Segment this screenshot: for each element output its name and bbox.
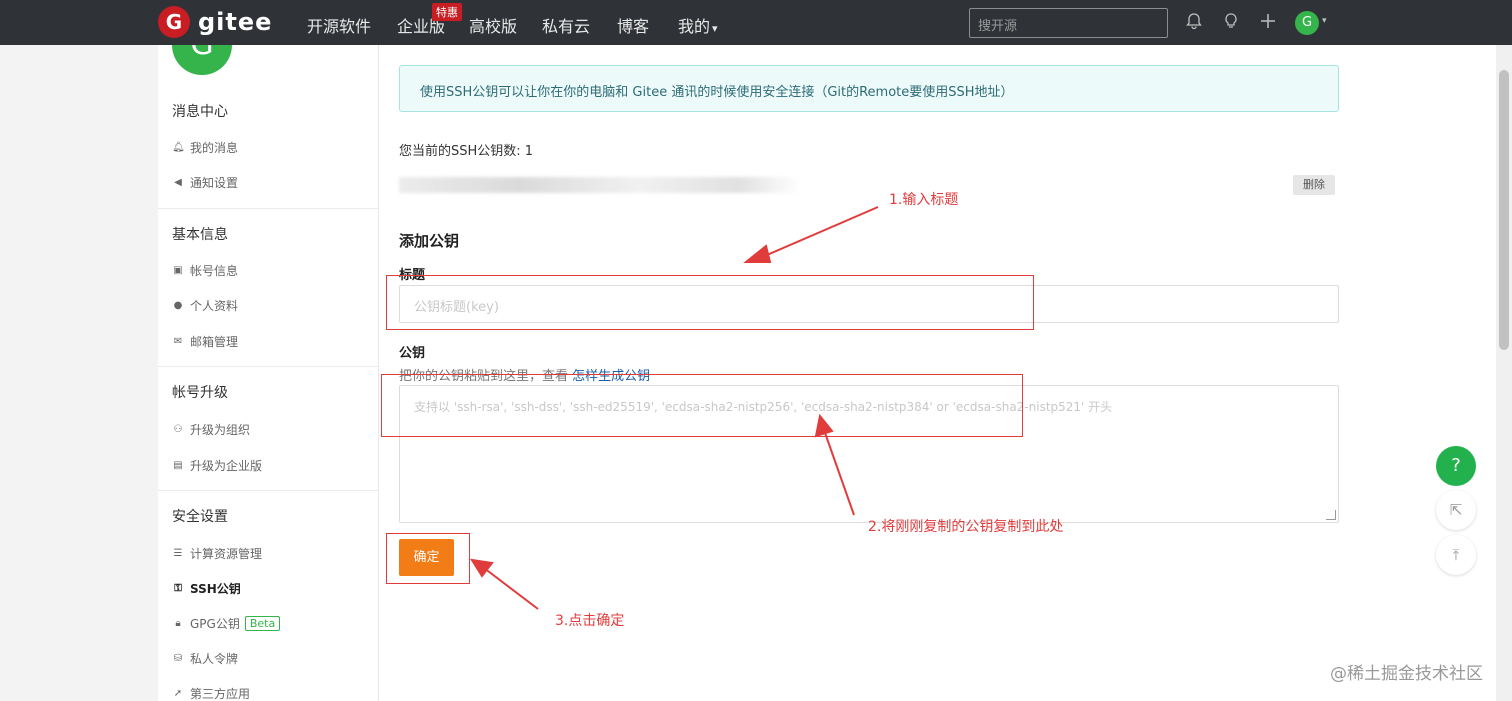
sidebar-item-label: 升级为企业版 <box>190 459 263 473</box>
gitee-logo[interactable]: G gitee <box>158 6 272 38</box>
token-icon: ⛁ <box>173 653 183 664</box>
group-title-basic-info: 基本信息 <box>172 227 228 243</box>
group-title-upgrade: 帐号升级 <box>172 385 228 401</box>
speaker-icon: ◀︎ <box>174 177 182 188</box>
ssh-info-alert: 使用SSH公钥可以让你在你的电脑和 Gitee 通讯的时候使用安全连接（Git的… <box>399 65 1339 112</box>
sidebar-item-compute-resources[interactable]: ☰ 计算资源管理 <box>172 545 263 562</box>
sidebar-item-email[interactable]: ✉ 邮箱管理 <box>172 333 238 350</box>
chevron-down-icon: ▾ <box>712 22 718 35</box>
sidebar-item-label: GPG公钥 <box>190 617 240 631</box>
nav-mine-label: 我的 <box>678 17 711 36</box>
key-icon: ⚿ <box>174 583 182 594</box>
sidebar-item-ssh-keys[interactable]: ⚿ SSH公钥 <box>172 580 241 597</box>
annotation-step2: 2.将刚刚复制的公钥复制到此处 <box>868 519 1064 535</box>
add-key-heading: 添加公钥 <box>399 232 460 250</box>
annotation-step1: 1.输入标题 <box>889 192 959 208</box>
user-icon: ● <box>173 300 183 311</box>
divider <box>158 490 378 491</box>
divider <box>158 366 378 367</box>
id-card-icon: ▣ <box>173 265 183 276</box>
group-title-messages: 消息中心 <box>172 104 228 120</box>
sidebar-item-label: 帐号信息 <box>190 264 239 278</box>
sidebar-item-label: 个人资料 <box>190 299 239 313</box>
help-button[interactable]: ? <box>1436 446 1476 486</box>
annotation-box-key <box>381 374 1023 437</box>
sidebar-item-third-party-apps[interactable]: ➚ 第三方应用 <box>172 685 250 701</box>
top-navbar: G gitee 开源软件 企业版 特惠 高校版 私有云 博客 我的 ▾ 搜开源 G… <box>0 0 1512 45</box>
settings-sidebar: G 消息中心 🔔︎ 我的消息 ◀︎ 通知设置 基本信息 ▣ 帐号信息 ● 个人资料 ✉ 邮… <box>158 45 379 701</box>
nav-education[interactable]: 高校版 <box>469 13 517 37</box>
sidebar-item-account-info[interactable]: ▣ 帐号信息 <box>172 262 238 279</box>
nav-mine[interactable]: 我的 ▾ <box>678 13 718 37</box>
sidebar-item-label: 升级为组织 <box>190 423 251 437</box>
external-link-icon[interactable]: ⇱ <box>1436 490 1476 530</box>
rocket-icon: ➚ <box>173 688 183 699</box>
lightbulb-icon[interactable] <box>1221 12 1241 32</box>
sidebar-item-gpg-keys[interactable]: 🔒︎ GPG公钥 Beta <box>172 615 281 632</box>
beta-badge: Beta <box>244 616 281 631</box>
sidebar-item-notify-settings[interactable]: ◀︎ 通知设置 <box>172 174 238 191</box>
logo-mark-icon: G <box>158 6 190 38</box>
search-input[interactable]: 搜开源 <box>969 8 1168 38</box>
watermark: @稀土掘金技术社区 <box>1330 664 1483 684</box>
key-label: 公钥 <box>399 346 426 361</box>
bell-icon[interactable] <box>1184 12 1204 32</box>
list-icon: ☰ <box>173 548 183 559</box>
sidebar-item-private-tokens[interactable]: ⛁ 私人令牌 <box>172 650 238 667</box>
sidebar-item-label: 第三方应用 <box>190 687 251 701</box>
promo-badge: 特惠 <box>432 3 462 21</box>
logo-text: gitee <box>198 8 273 36</box>
sidebar-item-upgrade-enterprise[interactable]: ▤ 升级为企业版 <box>172 457 262 474</box>
main-content: 使用SSH公钥可以让你在你的电脑和 Gitee 通讯的时候使用安全连接（Git的… <box>379 45 1496 701</box>
user-avatar[interactable]: G <box>1295 11 1319 35</box>
divider <box>158 208 378 209</box>
sidebar-item-label: 通知设置 <box>190 176 239 190</box>
annotation-box-title <box>386 275 1034 330</box>
sidebar-item-upgrade-org[interactable]: ⚇ 升级为组织 <box>172 421 251 438</box>
sidebar-item-my-messages[interactable]: 🔔︎ 我的消息 <box>172 139 238 156</box>
lock-icon: 🔒︎ <box>175 618 181 629</box>
sidebar-item-profile[interactable]: ● 个人资料 <box>172 297 238 314</box>
back-to-top-icon[interactable]: ⤒ <box>1436 535 1476 575</box>
ssh-key-count: 您当前的SSH公钥数: 1 <box>399 144 534 159</box>
page-scrollbar[interactable] <box>1496 45 1512 701</box>
nav-blog[interactable]: 博客 <box>617 13 649 37</box>
users-icon: ⚇ <box>173 424 183 435</box>
sidebar-item-label: SSH公钥 <box>190 582 241 596</box>
avatar-chevron-down-icon[interactable]: ▾ <box>1322 16 1327 26</box>
building-icon: ▤ <box>173 460 183 471</box>
resize-handle-icon[interactable] <box>1326 510 1336 520</box>
plus-icon[interactable] <box>1258 12 1278 32</box>
profile-avatar[interactable]: G <box>172 45 232 75</box>
nav-private-cloud[interactable]: 私有云 <box>542 13 590 37</box>
annotation-box-confirm <box>386 533 470 584</box>
delete-key-button[interactable]: 删除 <box>1293 175 1335 195</box>
sidebar-item-label: 计算资源管理 <box>190 547 263 561</box>
existing-ssh-key-blurred <box>399 177 799 193</box>
envelope-icon: ✉ <box>173 336 183 347</box>
annotation-step3: 3.点击确定 <box>555 613 625 629</box>
scrollbar-thumb[interactable] <box>1499 70 1509 350</box>
sidebar-item-label: 邮箱管理 <box>190 335 239 349</box>
nav-opensource[interactable]: 开源软件 <box>307 13 371 37</box>
sidebar-item-label: 我的消息 <box>190 141 239 155</box>
group-title-security: 安全设置 <box>172 509 228 525</box>
bell-icon: 🔔︎ <box>172 142 185 153</box>
sidebar-item-label: 私人令牌 <box>190 652 239 666</box>
